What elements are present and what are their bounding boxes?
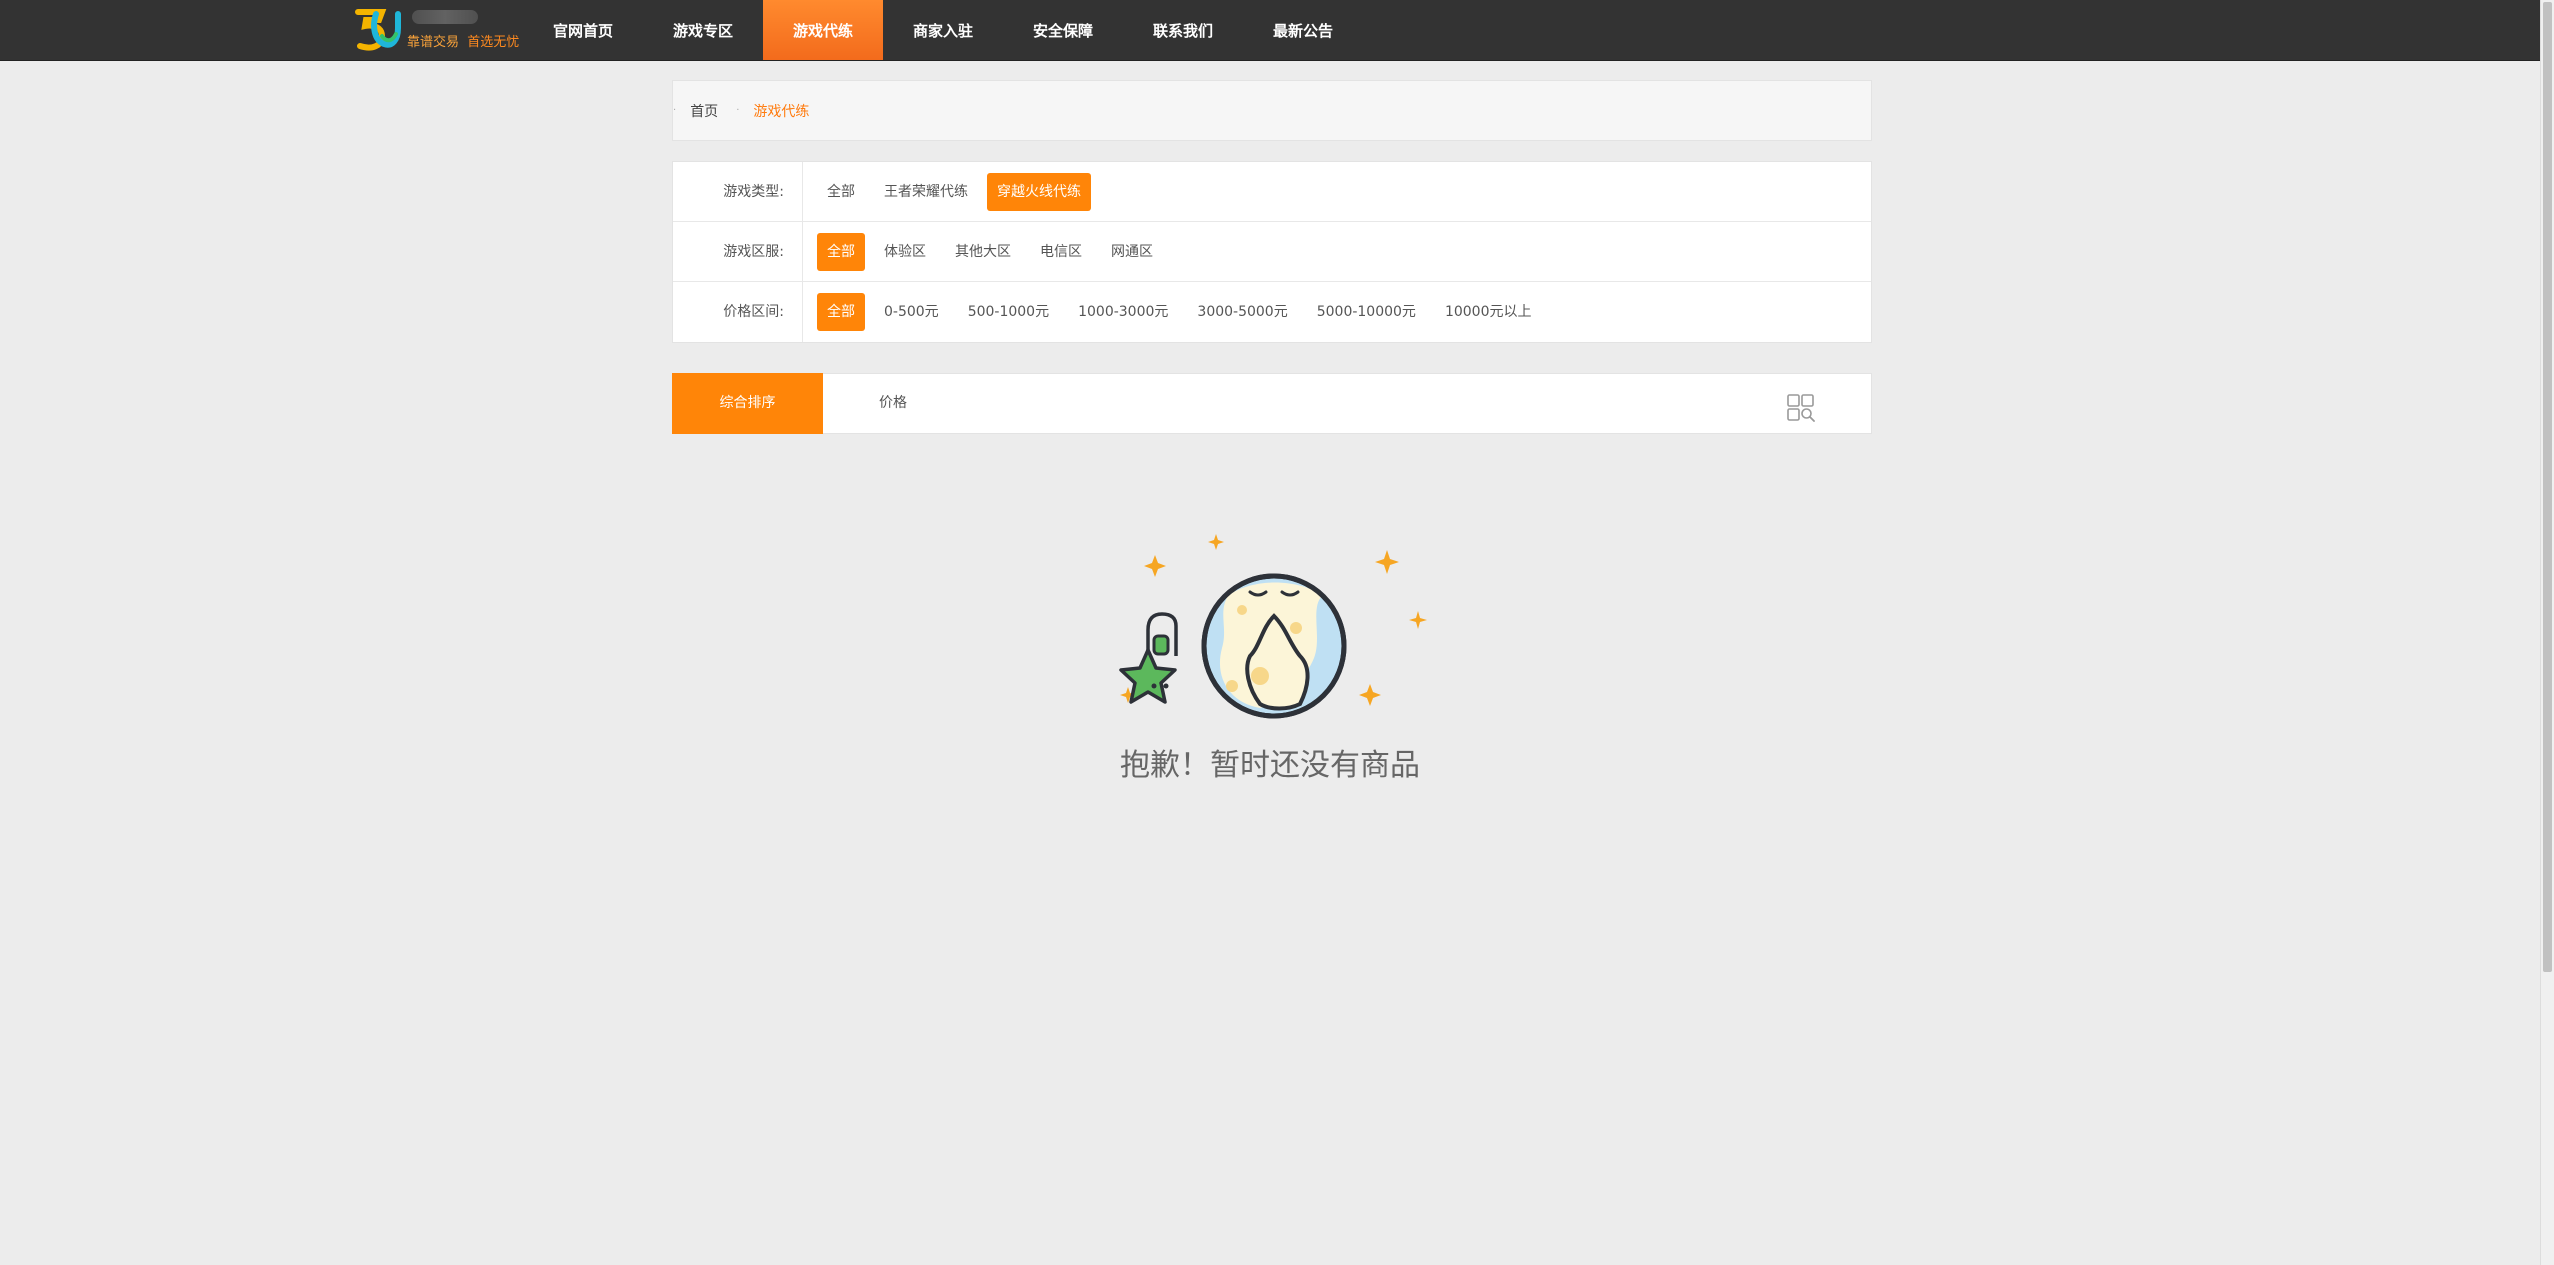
nav-item-announcements[interactable]: 最新公告	[1243, 0, 1363, 60]
filter-option-telecom[interactable]: 电信区	[1030, 233, 1092, 271]
sort-bar: 综合排序 价格	[672, 373, 1872, 434]
nav-item-merchant-join[interactable]: 商家入驻	[883, 0, 1003, 60]
filter-label-server: 游戏区服:	[673, 222, 803, 281]
breadcrumb-current: 游戏代练	[753, 103, 810, 120]
filter-option-price-1000-3000[interactable]: 1000-3000元	[1068, 293, 1178, 331]
breadcrumb-dot: ·	[736, 105, 740, 116]
filter-option-honor-of-kings[interactable]: 王者荣耀代练	[874, 173, 978, 211]
sort-tab-price[interactable]: 价格	[863, 373, 923, 434]
breadcrumb: · 首页 · 游戏代练	[672, 80, 1872, 141]
filter-option-price-0-500[interactable]: 0-500元	[874, 293, 949, 331]
page-scrollbar[interactable]	[2540, 0, 2554, 1265]
main-nav: 官网首页 游戏专区 游戏代练 商家入驻 安全保障 联系我们 最新公告	[523, 0, 1363, 60]
breadcrumb-home-link[interactable]: 首页	[690, 101, 718, 121]
scrollbar-thumb[interactable]	[2543, 2, 2552, 972]
filter-option-game-all[interactable]: 全部	[817, 173, 865, 211]
filter-option-server-all[interactable]: 全部	[817, 232, 865, 271]
empty-moon-illustration-icon	[1119, 534, 1427, 719]
filter-label-price: 价格区间:	[673, 282, 803, 342]
filter-option-crossfire[interactable]: 穿越火线代练	[987, 172, 1091, 211]
logo-slogan: 靠谱交易 首选无忧	[407, 35, 520, 50]
empty-state-message: 抱歉！暂时还没有商品	[1120, 748, 1420, 783]
breadcrumb-dot: ·	[673, 105, 677, 116]
filter-option-trial-server[interactable]: 体验区	[874, 233, 936, 271]
nav-item-game-zone[interactable]: 游戏专区	[643, 0, 763, 60]
site-logo[interactable]: 靠谱交易 首选无忧	[352, 6, 519, 52]
logo-mark-icon	[355, 9, 401, 51]
sort-tab-overall[interactable]: 综合排序	[672, 373, 823, 434]
filter-option-price-all[interactable]: 全部	[817, 293, 865, 331]
filter-row-server: 游戏区服: 全部 体验区 其他大区 电信区 网通区	[673, 222, 1871, 282]
filter-label-game-type: 游戏类型:	[673, 162, 803, 221]
nav-item-boosting[interactable]: 游戏代练	[763, 0, 883, 60]
filter-option-price-10000-plus[interactable]: 10000元以上	[1435, 293, 1542, 331]
filter-row-price: 价格区间: 全部 0-500元 500-1000元 1000-3000元 300…	[673, 282, 1871, 342]
nav-item-security[interactable]: 安全保障	[1003, 0, 1123, 60]
filter-option-price-3000-5000[interactable]: 3000-5000元	[1187, 293, 1297, 331]
logo-wordmark-blurred	[412, 10, 478, 24]
nav-item-home[interactable]: 官网首页	[523, 0, 643, 60]
filter-option-price-500-1000[interactable]: 500-1000元	[958, 293, 1059, 331]
nav-item-contact[interactable]: 联系我们	[1123, 0, 1243, 60]
filter-option-price-5000-10000[interactable]: 5000-10000元	[1307, 293, 1426, 331]
filter-panel: 游戏类型: 全部 王者荣耀代练 穿越火线代练 游戏区服: 全部 体验区 其他大区…	[672, 161, 1872, 343]
filter-option-netcom[interactable]: 网通区	[1101, 233, 1163, 271]
filter-option-other-region[interactable]: 其他大区	[945, 233, 1021, 271]
top-nav-bar: 靠谱交易 首选无忧 官网首页 游戏专区 游戏代练 商家入驻 安全保障 联系我们 …	[0, 0, 2540, 61]
grid-view-icon[interactable]	[1787, 394, 1815, 422]
filter-row-game-type: 游戏类型: 全部 王者荣耀代练 穿越火线代练	[673, 162, 1871, 222]
